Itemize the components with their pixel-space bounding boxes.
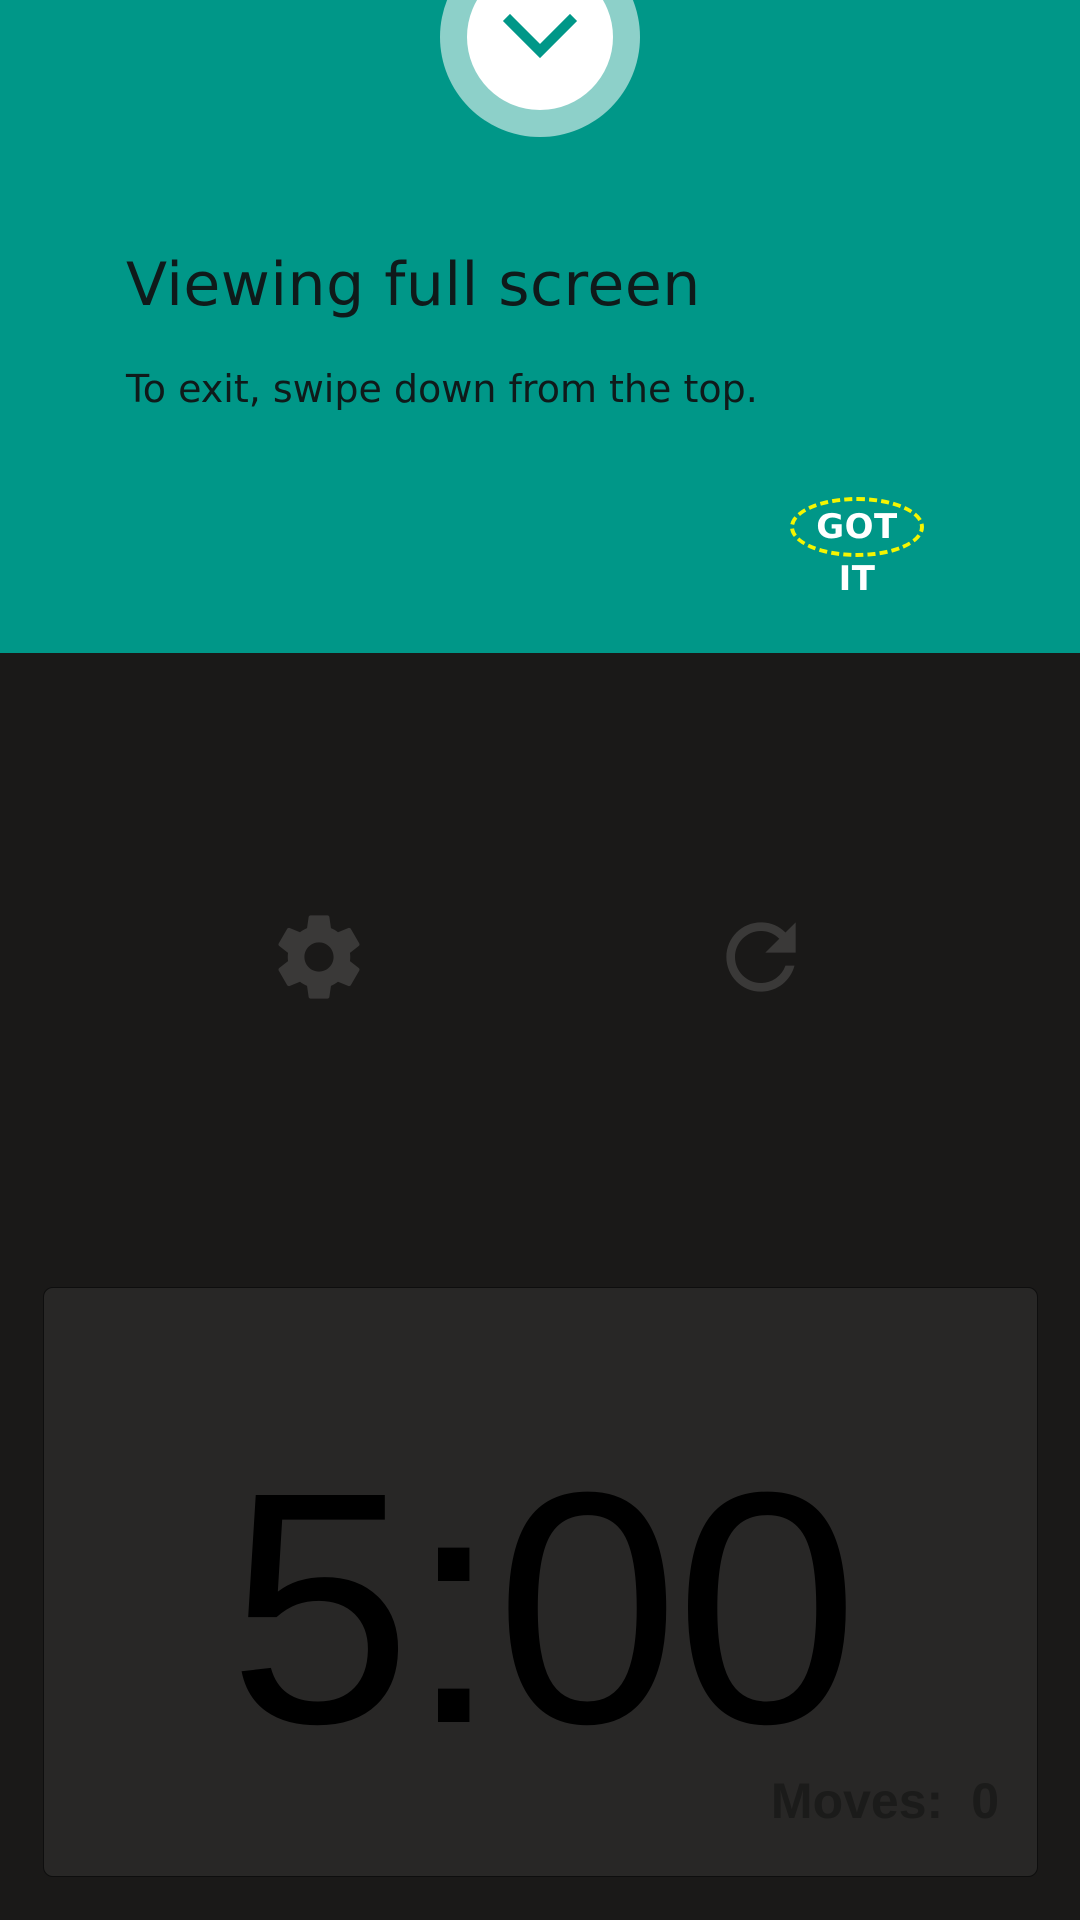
app-screen: Viewing full screen To exit, swipe down … <box>0 0 1080 1920</box>
got-it-button[interactable]: GOT IT <box>790 497 924 599</box>
reset-button[interactable] <box>706 904 816 1014</box>
moves-counter: Moves: 0 <box>771 1772 999 1830</box>
gear-icon <box>269 907 369 1012</box>
settings-button[interactable] <box>264 904 374 1014</box>
timer-display: 5:00 <box>228 1423 858 1792</box>
banner-message: To exit, swipe down from the top. <box>126 367 758 411</box>
fullscreen-banner: Viewing full screen To exit, swipe down … <box>0 0 1080 653</box>
refresh-icon <box>709 905 813 1014</box>
moves-count: 0 <box>971 1773 999 1829</box>
moves-label: Moves: <box>770 1773 944 1829</box>
timer-panel[interactable]: 5:00 Moves: 0 <box>43 1287 1038 1877</box>
banner-title: Viewing full screen <box>126 250 701 320</box>
